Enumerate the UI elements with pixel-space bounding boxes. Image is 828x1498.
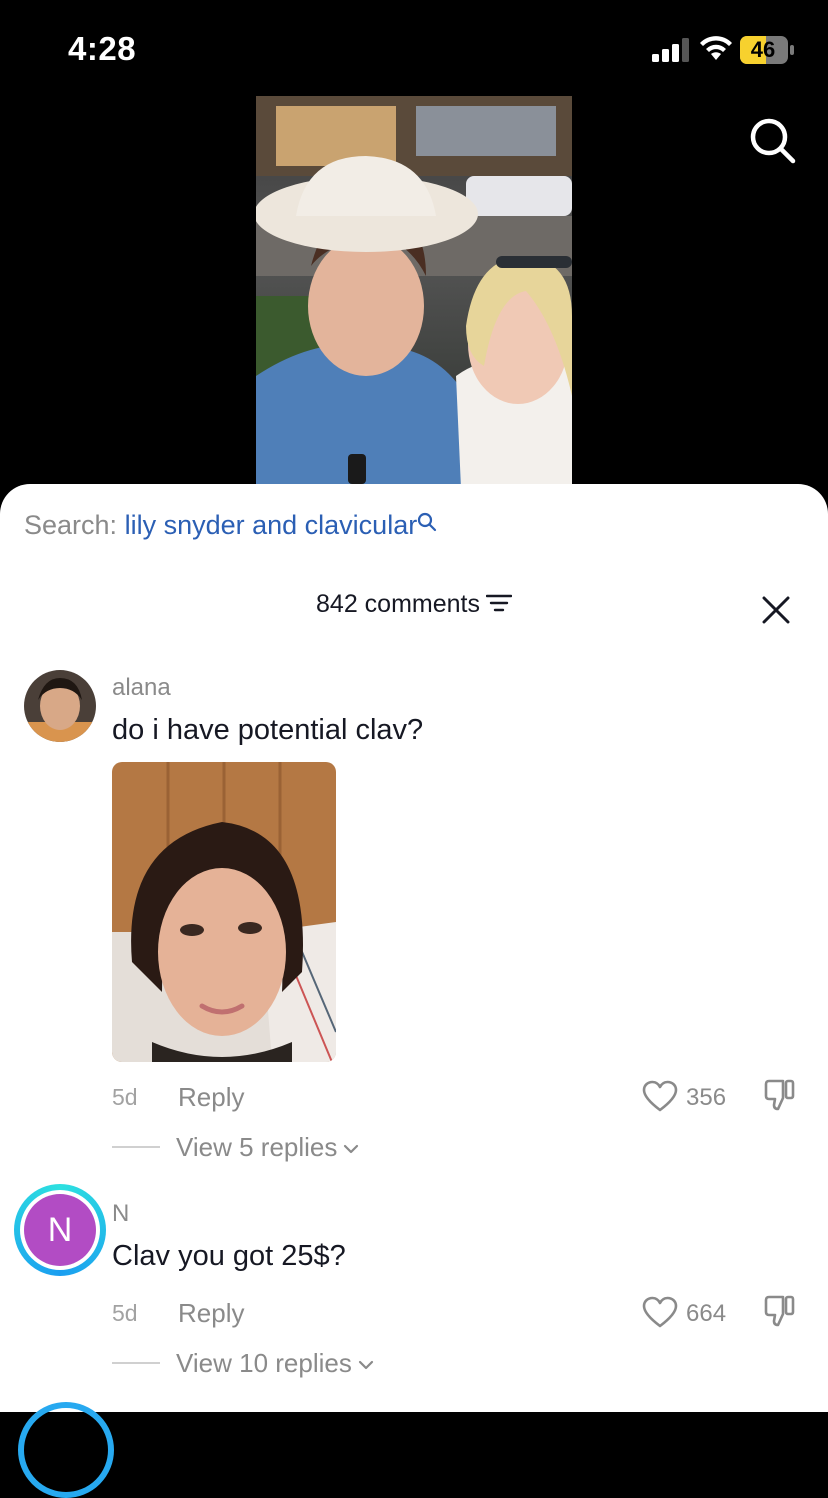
comments-header: 842 comments [0,590,828,619]
comment-text: do i have potential clav? [112,714,424,746]
comments-count: 842 comments [316,590,480,618]
search-suggestion[interactable]: Search: lily snyder and clavicular [24,510,437,541]
comment-age: 5d [112,1084,138,1110]
heart-icon[interactable] [642,1296,678,1328]
view-replies-button[interactable]: View 5 replies [176,1132,359,1163]
search-icon [418,512,437,532]
dislike-icon[interactable] [762,1078,796,1112]
reply-button[interactable]: Reply [178,1298,244,1329]
avatar[interactable]: N [14,1184,106,1276]
sort-icon[interactable] [485,594,512,612]
replies-divider [112,1146,160,1148]
reply-button[interactable]: Reply [178,1082,244,1113]
replies-divider [112,1362,160,1364]
comments-sheet: Search: lily snyder and clavicular 842 c… [0,484,828,1498]
comment-text: Clav you got 25$? [112,1240,346,1272]
comment-age: 5d [112,1300,138,1326]
like-count: 356 [686,1084,727,1111]
search-label: Search: [24,510,118,540]
view-replies-label: View 10 replies [176,1348,352,1378]
comment-username[interactable]: N [112,1200,129,1228]
battery-icon: 46 [740,36,796,64]
comment-image[interactable] [112,762,336,1062]
video-thumbnail[interactable] [256,96,572,488]
avatar-letter: N [24,1194,96,1266]
status-bar: 4:28 46 [0,0,828,96]
search-icon[interactable] [748,116,796,164]
comment-username[interactable]: alana [112,674,171,702]
chevron-down-icon [344,1145,359,1154]
view-replies-label: View 5 replies [176,1132,338,1162]
close-icon[interactable] [760,594,792,626]
heart-icon[interactable] [642,1080,678,1112]
avatar[interactable] [18,1402,114,1498]
search-query-link[interactable]: lily snyder and clavicular [125,510,418,540]
signal-icon [652,38,689,62]
view-replies-button[interactable]: View 10 replies [176,1348,374,1379]
like-count: 664 [686,1300,727,1327]
status-time: 4:28 [68,30,137,67]
dislike-icon[interactable] [762,1294,796,1328]
chevron-down-icon [358,1361,373,1370]
wifi-icon [700,36,732,60]
battery-level: 46 [750,37,776,62]
avatar[interactable] [24,670,96,742]
